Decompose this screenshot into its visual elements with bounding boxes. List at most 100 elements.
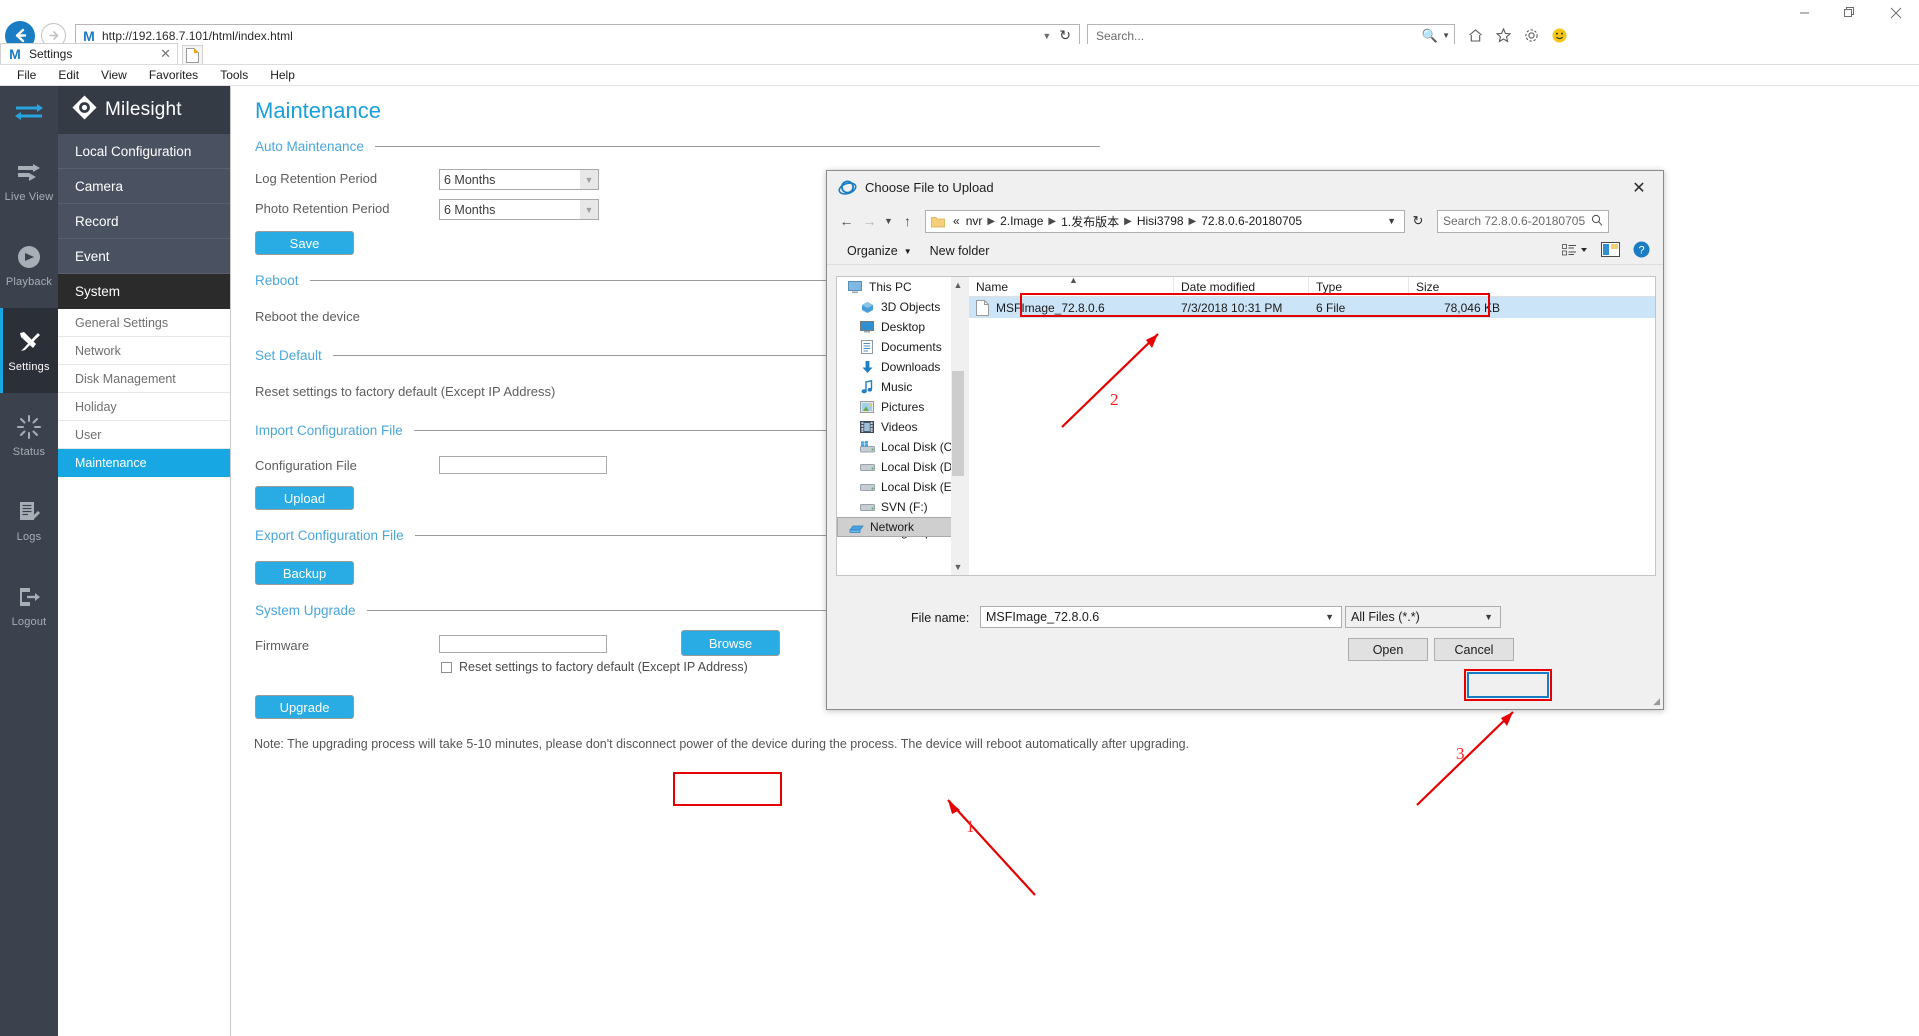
help-icon[interactable]: ? xyxy=(1633,241,1650,261)
upload-button[interactable]: Upload xyxy=(255,486,354,510)
photo-retention-select[interactable]: 6 Months ▼ xyxy=(439,199,599,220)
menu-favorites[interactable]: Favorites xyxy=(138,68,209,82)
nav-pane-item-network[interactable]: Network xyxy=(837,517,965,537)
arrow-right-icon[interactable]: → xyxy=(859,211,880,232)
refresh-icon[interactable]: ↻ xyxy=(1407,210,1429,233)
column-header-size[interactable]: Size xyxy=(1409,277,1509,296)
nav-item-record[interactable]: Record xyxy=(58,204,230,239)
scrollbar-thumb[interactable] xyxy=(952,371,964,476)
close-icon[interactable]: ✕ xyxy=(1619,173,1659,203)
save-button[interactable]: Save xyxy=(255,231,354,255)
breadcrumb-chevron-down-icon[interactable]: ▼ xyxy=(1381,216,1402,226)
upgrade-button[interactable]: Upgrade xyxy=(255,695,354,719)
chevron-down-icon[interactable]: ▼ xyxy=(1325,612,1339,622)
breadcrumb-item[interactable]: nvr xyxy=(963,214,986,228)
close-icon[interactable]: ✕ xyxy=(160,46,171,62)
rail-collapse-button[interactable] xyxy=(0,86,58,138)
nav-pane-item-local-disk-e[interactable]: Local Disk (E:) xyxy=(837,477,965,497)
checkbox-icon[interactable] xyxy=(441,661,452,673)
nav-subitem-user[interactable]: User xyxy=(58,421,230,449)
nav-pane-item-documents[interactable]: Documents xyxy=(837,337,965,357)
dialog-search-input[interactable]: Search 72.8.0.6-20180705 xyxy=(1437,209,1609,233)
nav-item-local-configuration[interactable]: Local Configuration xyxy=(58,134,230,169)
nav-subitem-network[interactable]: Network xyxy=(58,337,230,365)
dialog-nav-pane: This PC 3D Objects Desktop Documents Dow… xyxy=(837,277,965,575)
rail-item-settings[interactable]: Settings xyxy=(0,308,58,393)
refresh-icon[interactable]: ↻ xyxy=(1057,27,1077,44)
rail-item-live-view[interactable]: Live View xyxy=(0,138,58,223)
nav-pane-item-desktop[interactable]: Desktop xyxy=(837,317,965,337)
new-folder-button[interactable]: New folder xyxy=(921,244,999,258)
column-header-name[interactable]: Name ▲ xyxy=(969,275,1174,296)
open-button[interactable]: Open xyxy=(1348,638,1428,661)
reset-to-default-checkbox-row[interactable]: Reset settings to factory default (Excep… xyxy=(441,660,748,674)
rail-item-logs[interactable]: Logs xyxy=(0,478,58,563)
nav-pane-item-videos[interactable]: Videos xyxy=(837,417,965,437)
rail-label: Live View xyxy=(4,191,54,203)
nav-pane-item-svn-f[interactable]: SVN (F:) xyxy=(837,497,965,517)
nav-label: Disk Management xyxy=(75,371,176,386)
nav-pane-scrollbar[interactable]: ▲ ▼ xyxy=(951,277,965,575)
organize-button[interactable]: Organize ▼ xyxy=(838,244,921,258)
gear-icon[interactable] xyxy=(1521,26,1541,46)
rail-item-playback[interactable]: Playback xyxy=(0,223,58,308)
nav-pane-item-this-pc[interactable]: This PC xyxy=(837,277,965,297)
log-retention-label: Log Retention Period xyxy=(255,171,378,186)
tab-settings[interactable]: M Settings ✕ xyxy=(0,43,178,64)
nav-item-camera[interactable]: Camera xyxy=(58,169,230,204)
preview-pane-icon[interactable] xyxy=(1601,242,1620,260)
smiley-icon[interactable] xyxy=(1549,26,1569,46)
chevron-down-icon[interactable]: ▼ xyxy=(882,211,895,232)
breadcrumb-item[interactable]: 1.发布版本 xyxy=(1058,213,1122,230)
breadcrumb[interactable]: « nvr ▶ 2.Image ▶ 1.发布版本 ▶ Hisi3798 ▶ 72… xyxy=(925,209,1405,233)
log-retention-select[interactable]: 6 Months ▼ xyxy=(439,169,599,190)
nav-pane-item-local-disk-c[interactable]: Local Disk (C:) xyxy=(837,437,965,457)
configuration-file-input[interactable] xyxy=(439,456,607,474)
menu-help[interactable]: Help xyxy=(259,68,306,82)
breadcrumb-item[interactable]: 2.Image xyxy=(997,214,1046,228)
nav-pane-label: Documents xyxy=(881,340,942,354)
breadcrumb-item[interactable]: Hisi3798 xyxy=(1134,214,1187,228)
nav-subitem-holiday[interactable]: Holiday xyxy=(58,393,230,421)
column-header-type[interactable]: Type xyxy=(1309,277,1409,296)
rail-item-logout[interactable]: Logout xyxy=(0,563,58,648)
menu-edit[interactable]: Edit xyxy=(47,68,90,82)
scroll-up-icon[interactable]: ▲ xyxy=(951,277,965,293)
cancel-button[interactable]: Cancel xyxy=(1434,638,1514,661)
new-tab-button[interactable] xyxy=(182,45,203,64)
menu-tools[interactable]: Tools xyxy=(209,68,259,82)
nav-subitem-disk-management[interactable]: Disk Management xyxy=(58,365,230,393)
backup-button[interactable]: Backup xyxy=(255,561,354,585)
resize-grip-icon[interactable]: ◢ xyxy=(1653,696,1660,707)
tab-title: Settings xyxy=(29,47,73,61)
scroll-down-icon[interactable]: ▼ xyxy=(951,559,965,575)
nav-pane-item-pictures[interactable]: Pictures xyxy=(837,397,965,417)
nav-pane-item-local-disk-d[interactable]: Local Disk (D:) xyxy=(837,457,965,477)
menu-file[interactable]: File xyxy=(6,68,47,82)
breadcrumb-item[interactable]: 72.8.0.6-20180705 xyxy=(1198,214,1305,228)
favorites-star-icon[interactable] xyxy=(1493,26,1513,46)
nav-item-system[interactable]: System xyxy=(58,274,230,309)
browse-button[interactable]: Browse xyxy=(681,630,780,656)
nav-pane-item-music[interactable]: Music xyxy=(837,377,965,397)
home-icon[interactable] xyxy=(1465,26,1485,46)
nav-subitem-general-settings[interactable]: General Settings xyxy=(58,309,230,337)
nav-pane-item-3d-objects[interactable]: 3D Objects xyxy=(837,297,965,317)
rail-item-status[interactable]: Status xyxy=(0,393,58,478)
column-header-date-modified[interactable]: Date modified xyxy=(1174,277,1309,296)
menu-view[interactable]: View xyxy=(90,68,138,82)
arrow-left-icon[interactable]: ← xyxy=(836,211,857,232)
chevron-down-icon[interactable]: ▼ xyxy=(1484,612,1498,622)
arrow-up-icon[interactable]: ↑ xyxy=(897,211,918,232)
firmware-input[interactable] xyxy=(439,635,607,653)
view-list-icon[interactable] xyxy=(1562,243,1588,260)
search-chevron-down-icon[interactable]: ▼ xyxy=(1438,31,1450,40)
file-name-input[interactable]: MSFImage_72.8.0.6 ▼ xyxy=(980,606,1342,628)
internet-explorer-icon xyxy=(838,178,857,197)
nav-pane-item-downloads[interactable]: Downloads xyxy=(837,357,965,377)
file-row[interactable]: MSFImage_72.8.0.6 7/3/2018 10:31 PM 6 Fi… xyxy=(969,297,1655,318)
file-type-filter-select[interactable]: All Files (*.*) ▼ xyxy=(1345,606,1501,628)
nav-item-event[interactable]: Event xyxy=(58,239,230,274)
chevron-down-icon[interactable]: ▼ xyxy=(1036,31,1057,41)
nav-subitem-maintenance[interactable]: Maintenance xyxy=(58,449,230,477)
